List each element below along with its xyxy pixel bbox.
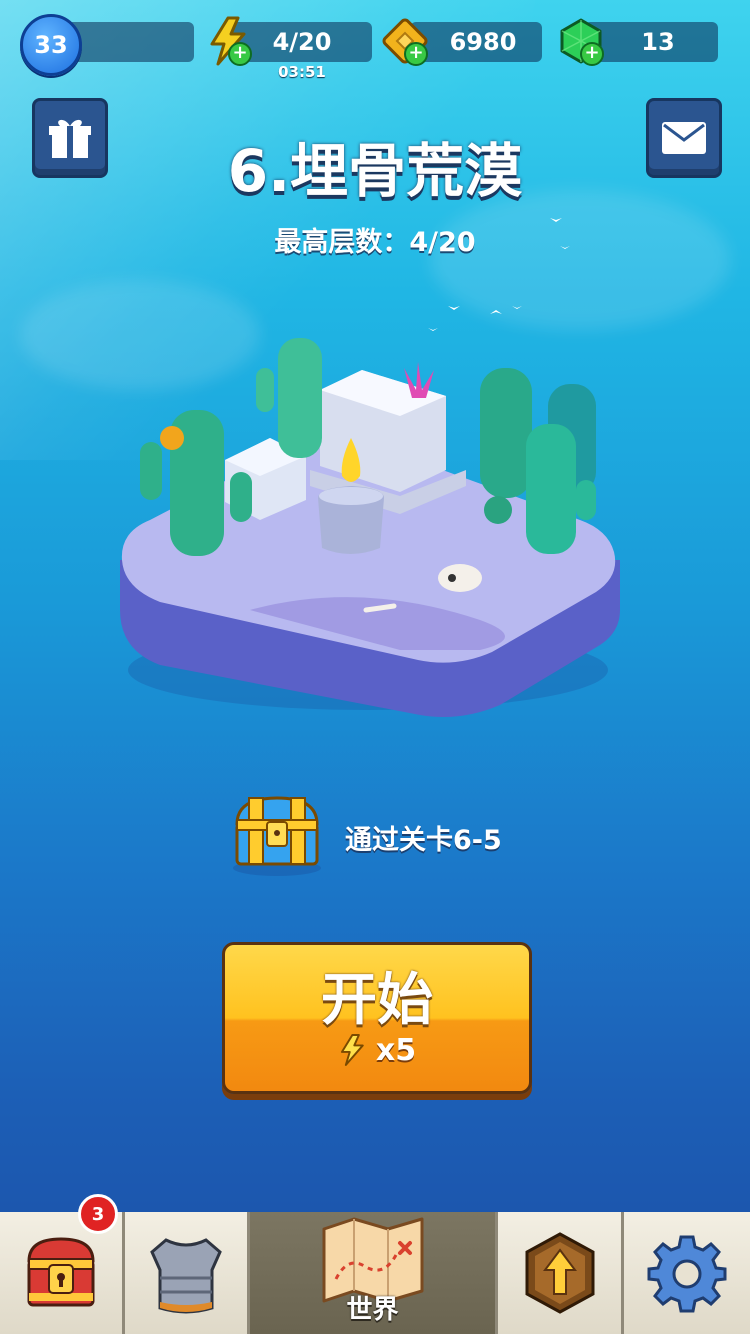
plus-icon: + — [404, 42, 428, 66]
plus-icon: + — [228, 42, 252, 66]
nav-upgrade[interactable] — [498, 1212, 624, 1334]
armor-icon — [150, 1238, 222, 1314]
gem-add-button[interactable]: + — [556, 14, 606, 68]
nav-armor[interactable] — [125, 1212, 250, 1334]
player-level-badge[interactable]: 33 — [20, 14, 82, 76]
start-button[interactable]: 开始 x5 — [222, 942, 532, 1094]
desert-island-illustration — [120, 338, 620, 718]
bottom-nav: 3 世界 — [0, 1194, 750, 1334]
lightning-icon — [340, 1034, 364, 1066]
nav-chest[interactable]: 3 — [0, 1194, 125, 1334]
locked-chest-icon — [27, 1237, 95, 1307]
energy-value: 4/20 — [272, 28, 332, 56]
upgrade-arrow-icon — [525, 1232, 594, 1314]
energy-add-button[interactable]: + — [204, 14, 254, 68]
game-screen: 33 4/20 + 03:51 6980 + 13 + 6.埋骨荒漠 最高层数：… — [0, 0, 750, 1334]
reward-condition-text: 通过关卡6-5 — [345, 825, 502, 856]
nav-world[interactable]: 世界 — [250, 1212, 498, 1334]
stage-reward[interactable]: 通过关卡6-5 — [225, 790, 545, 880]
gold-value: 6980 — [449, 28, 517, 56]
gold-add-button[interactable]: + — [380, 14, 430, 68]
start-cost: x5 — [225, 1031, 529, 1069]
gem-value: 13 — [641, 28, 675, 56]
top-bar: 33 4/20 + 03:51 6980 + 13 + — [0, 0, 750, 90]
stage-title: 6.埋骨荒漠 — [227, 137, 523, 205]
start-button-label: 开始 — [321, 968, 433, 1033]
plus-icon: + — [580, 42, 604, 66]
gear-icon — [647, 1235, 727, 1313]
notification-badge: 3 — [78, 1194, 118, 1234]
energy-timer: 03:51 — [278, 63, 326, 81]
treasure-chest-icon — [233, 796, 321, 876]
nav-settings[interactable] — [624, 1212, 750, 1334]
player-level: 33 — [34, 31, 68, 59]
energy-cost: x5 — [375, 1032, 417, 1068]
nav-world-label: 世界 — [346, 1295, 399, 1325]
stage-island[interactable] — [100, 320, 640, 740]
best-floor-text: 最高层数：4/20 — [274, 227, 476, 258]
